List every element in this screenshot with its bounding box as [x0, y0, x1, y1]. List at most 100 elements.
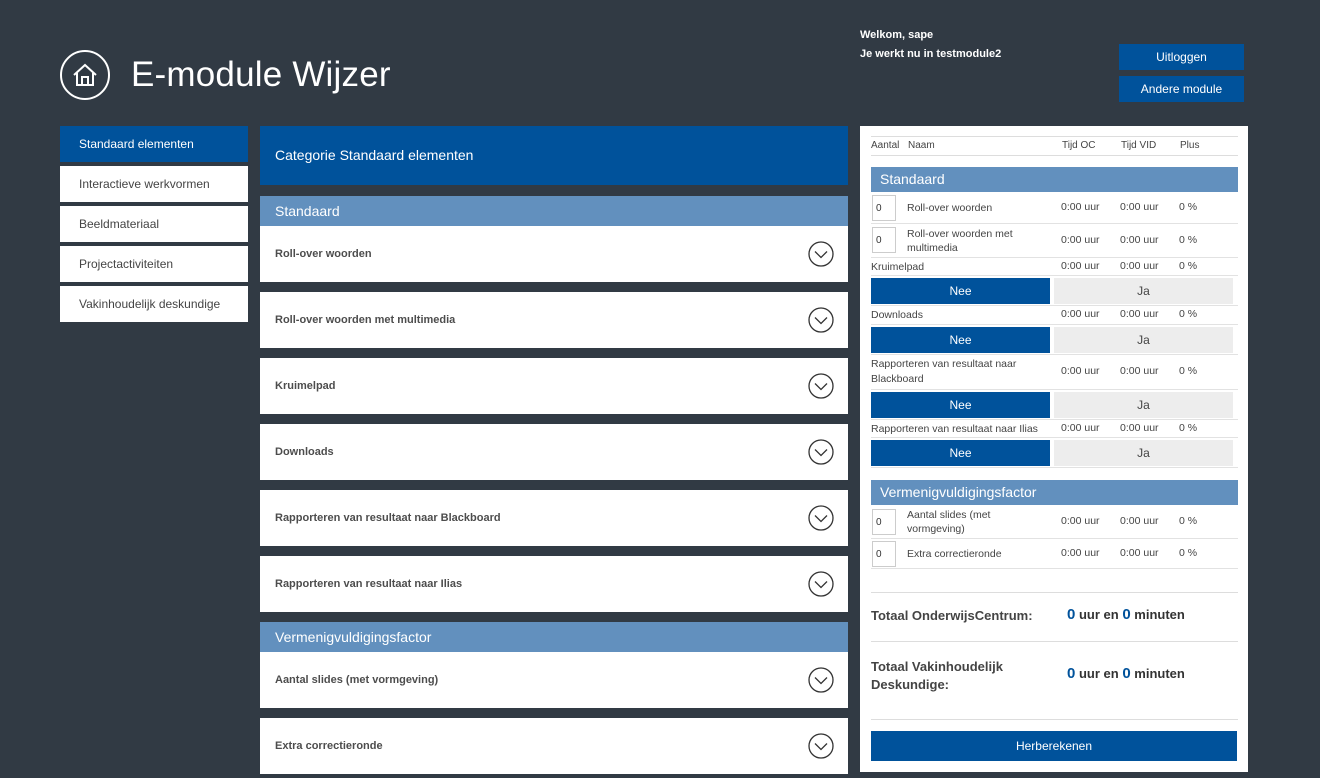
row-tijd-vid: 0:00 uur	[1120, 308, 1159, 320]
panel-section-vermenigvuldigingsfactor: Vermenigvuldigingsfactor	[871, 480, 1238, 505]
table-row: Downloads 0:00 uur 0:00 uur 0 %	[871, 306, 1238, 325]
sidebar-item-interactieve-werkvormen[interactable]: Interactieve werkvormen	[60, 166, 248, 202]
row-plus: 0 %	[1179, 260, 1198, 272]
quantity-input[interactable]	[872, 227, 896, 253]
no-button[interactable]: Nee	[871, 327, 1050, 353]
row-tijd-oc: 0:00 uur	[1061, 260, 1100, 272]
col-tijd-vid: Tijd VID	[1121, 140, 1157, 151]
row-name: Rapporteren van resultaat naar Ilias	[871, 423, 1038, 435]
table-row: Roll-over woorden met multimedia 0:00 uu…	[871, 224, 1238, 258]
accordion-item[interactable]: Rapporteren van resultaat naar Ilias	[260, 556, 848, 612]
accordion-item[interactable]: Downloads	[260, 424, 848, 480]
table-row: Aantal slides (met vormgeving) 0:00 uur …	[871, 505, 1238, 539]
total-minutes: 0	[1122, 665, 1131, 682]
quantity-input[interactable]	[872, 541, 896, 567]
total-onderwijscentrum: Totaal OnderwijsCentrum: 0 uur en 0 minu…	[871, 606, 1238, 628]
divider	[871, 719, 1238, 720]
table-row: Roll-over woorden 0:00 uur 0:00 uur 0 %	[871, 192, 1238, 224]
row-tijd-vid: 0:00 uur	[1120, 201, 1159, 213]
row-plus: 0 %	[1179, 365, 1198, 377]
logout-button[interactable]: Uitloggen	[1119, 44, 1244, 70]
sidebar: Standaard elementen Interactieve werkvor…	[60, 126, 248, 326]
table-row: Extra correctieronde 0:00 uur 0:00 uur 0…	[871, 539, 1238, 569]
row-tijd-oc: 0:00 uur	[1061, 365, 1100, 377]
total-label: Totaal OnderwijsCentrum:	[871, 608, 1033, 623]
yes-no-toggle: Nee Ja	[871, 390, 1238, 420]
welcome-info: Welkom, sape Je werkt nu in testmodule2	[860, 26, 1001, 64]
accordion-item-label: Downloads	[275, 446, 334, 458]
chevron-down-icon[interactable]	[808, 241, 834, 267]
sidebar-item-standaard-elementen[interactable]: Standaard elementen	[60, 126, 248, 162]
row-tijd-vid: 0:00 uur	[1120, 515, 1159, 527]
accordion-item-label: Roll-over woorden	[275, 248, 372, 260]
sidebar-item-projectactiviteiten[interactable]: Projectactiviteiten	[60, 246, 248, 282]
accordion-item[interactable]: Kruimelpad	[260, 358, 848, 414]
chevron-down-icon[interactable]	[808, 667, 834, 693]
chevron-down-icon[interactable]	[808, 373, 834, 399]
yes-button[interactable]: Ja	[1054, 392, 1233, 418]
unit-hours: uur en	[1078, 607, 1119, 622]
row-name: Roll-over woorden	[907, 202, 993, 214]
row-plus: 0 %	[1179, 422, 1198, 434]
section-header-vermenigvuldigingsfactor: Vermenigvuldigingsfactor	[260, 622, 848, 652]
sidebar-item-beeldmateriaal[interactable]: Beeldmateriaal	[60, 206, 248, 242]
chevron-down-icon[interactable]	[808, 505, 834, 531]
table-row: Rapporteren van resultaat naar Blackboar…	[871, 355, 1238, 390]
row-tijd-vid: 0:00 uur	[1120, 547, 1159, 559]
row-tijd-oc: 0:00 uur	[1061, 234, 1100, 246]
row-plus: 0 %	[1179, 547, 1198, 559]
quantity-input[interactable]	[872, 509, 896, 535]
col-tijd-oc: Tijd OC	[1062, 140, 1096, 151]
row-tijd-oc: 0:00 uur	[1061, 201, 1100, 213]
app-title: E-module Wijzer	[131, 55, 391, 94]
chevron-down-icon[interactable]	[808, 439, 834, 465]
row-tijd-vid: 0:00 uur	[1120, 365, 1159, 377]
total-minutes: 0	[1122, 606, 1131, 623]
total-hours: 0	[1067, 606, 1076, 623]
accordion-item-label: Extra correctieronde	[275, 740, 383, 752]
divider	[871, 641, 1238, 642]
row-name: Kruimelpad	[871, 261, 925, 273]
main-content: Categorie Standaard elementen Standaard …	[260, 126, 848, 778]
no-button[interactable]: Nee	[871, 278, 1050, 304]
row-name: Rapporteren van resultaat naar Blackboar…	[871, 358, 1017, 385]
accordion-item[interactable]: Aantal slides (met vormgeving)	[260, 652, 848, 708]
divider	[871, 592, 1238, 593]
yes-button[interactable]: Ja	[1054, 278, 1233, 304]
accordion-item[interactable]: Roll-over woorden met multimedia	[260, 292, 848, 348]
total-vakinhoudelijk-deskundige: Totaal Vakinhoudelijk Deskundige: 0 uur …	[871, 658, 1238, 698]
unit-minutes: minuten	[1134, 666, 1185, 681]
sidebar-item-vakinhoudelijk-deskundige[interactable]: Vakinhoudelijk deskundige	[60, 286, 248, 322]
no-button[interactable]: Nee	[871, 392, 1050, 418]
table-row: Rapporteren van resultaat naar Ilias 0:0…	[871, 420, 1238, 438]
other-module-button[interactable]: Andere module	[1119, 76, 1244, 102]
row-plus: 0 %	[1179, 308, 1198, 320]
summary-table-header: Aantal Naam Tijd OC Tijd VID Plus	[871, 136, 1238, 156]
row-tijd-vid: 0:00 uur	[1120, 260, 1159, 272]
chevron-down-icon[interactable]	[808, 571, 834, 597]
row-tijd-oc: 0:00 uur	[1061, 308, 1100, 320]
row-name: Extra correctieronde	[907, 548, 1002, 560]
home-logo-icon[interactable]	[60, 50, 110, 100]
category-title: Categorie Standaard elementen	[260, 126, 848, 185]
accordion-item[interactable]: Rapporteren van resultaat naar Blackboar…	[260, 490, 848, 546]
accordion-item[interactable]: Extra correctieronde	[260, 718, 848, 774]
row-tijd-oc: 0:00 uur	[1061, 515, 1100, 527]
row-tijd-vid: 0:00 uur	[1120, 234, 1159, 246]
yes-button[interactable]: Ja	[1054, 440, 1233, 466]
yes-no-toggle: Nee Ja	[871, 438, 1238, 468]
no-button[interactable]: Nee	[871, 440, 1050, 466]
accordion-item[interactable]: Roll-over woorden	[260, 226, 848, 282]
summary-panel: Aantal Naam Tijd OC Tijd VID Plus Standa…	[860, 126, 1248, 772]
recalculate-button[interactable]: Herberekenen	[871, 731, 1237, 761]
total-hours: 0	[1067, 665, 1076, 682]
row-name: Downloads	[871, 309, 923, 321]
yes-no-toggle: Nee Ja	[871, 276, 1238, 306]
house-icon	[73, 63, 97, 86]
row-name: Roll-over woorden met multimedia	[907, 228, 1013, 254]
chevron-down-icon[interactable]	[808, 733, 834, 759]
yes-button[interactable]: Ja	[1054, 327, 1233, 353]
quantity-input[interactable]	[872, 195, 896, 221]
chevron-down-icon[interactable]	[808, 307, 834, 333]
accordion-item-label: Kruimelpad	[275, 380, 336, 392]
